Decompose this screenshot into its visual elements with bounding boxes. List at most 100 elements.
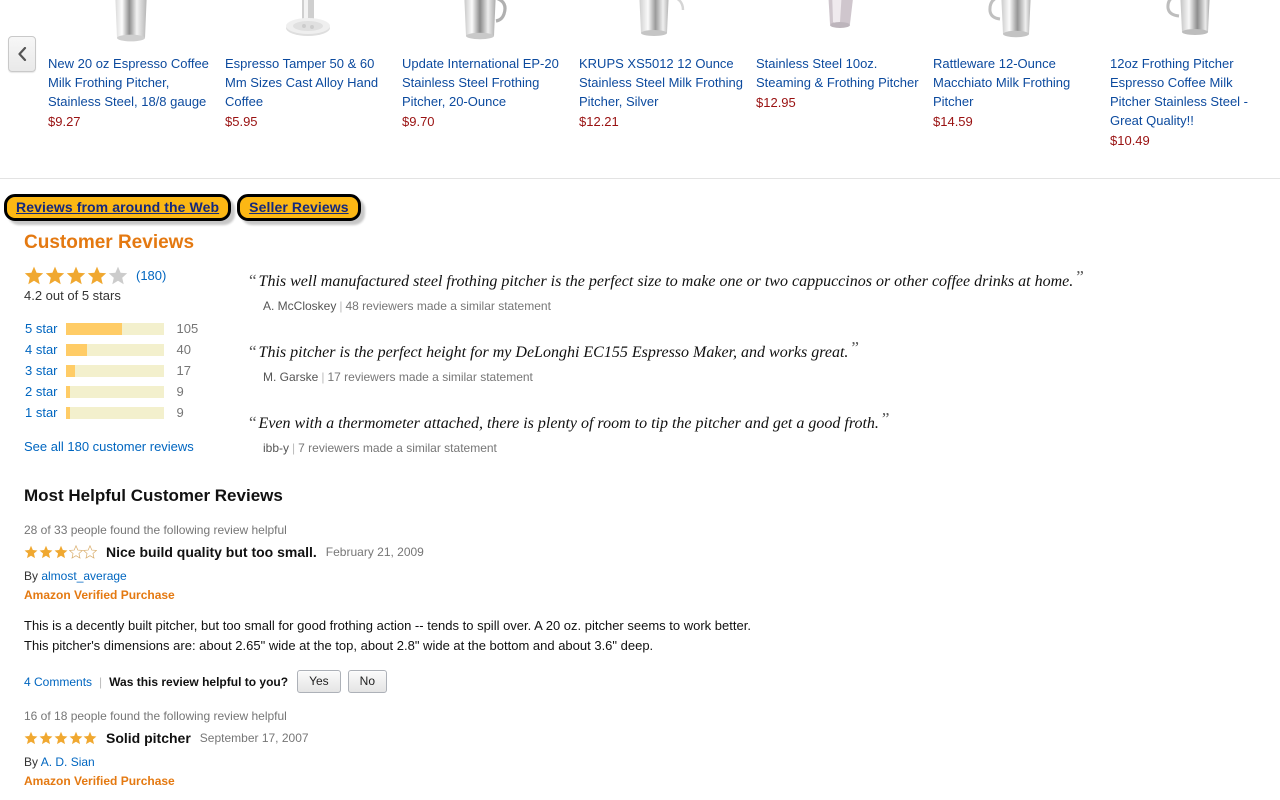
rating-stars-icon[interactable] (24, 266, 130, 285)
review-author-link[interactable]: A. D. Sian (41, 755, 95, 769)
milk-frothing-pitcher-image[interactable] (48, 0, 213, 44)
histogram-bar-cell[interactable] (64, 402, 165, 423)
product-price: $5.95 (225, 114, 258, 129)
see-all-reviews-link[interactable]: See all 180 customer reviews (24, 439, 224, 454)
histogram-bar-cell[interactable] (64, 360, 165, 381)
product-card[interactable]: KRUPS XS5012 12 Ounce Stainless Steel Mi… (579, 0, 744, 150)
product-card[interactable]: Update International EP-20 Stainless Ste… (402, 0, 567, 150)
average-rating-row: (180) (24, 265, 224, 285)
review-item: 28 of 33 people found the following revi… (24, 523, 751, 693)
histogram-row[interactable]: 2 star 9 (24, 381, 199, 402)
review-helpful-yes-button[interactable]: Yes (297, 670, 341, 693)
product-card[interactable]: Stainless Steel 10oz. Steaming & Frothin… (756, 0, 921, 150)
quote-close-icon: ” (1076, 267, 1084, 286)
review-comments-link[interactable]: 4 Comments (24, 675, 92, 689)
histogram-fill (65, 364, 76, 377)
quote-similar-count: 17 reviewers made a similar statement (327, 370, 533, 384)
quote-close-icon: ” (881, 409, 890, 428)
histogram-fill (65, 385, 71, 398)
product-title[interactable]: 12oz Frothing Pitcher Espresso Coffee Mi… (1110, 54, 1275, 130)
review-helpful-no-button[interactable]: No (347, 670, 387, 693)
histogram-fill (65, 343, 88, 356)
section-divider (0, 178, 1280, 179)
seller-reviews-link[interactable]: Seller Reviews (237, 194, 361, 221)
rattleware-pitcher-image[interactable] (933, 0, 1098, 44)
quote-text: Even with a thermometer attached, there … (258, 415, 879, 432)
carousel-prev-button[interactable] (8, 36, 36, 72)
histogram-bar-cell[interactable] (64, 381, 165, 402)
review-quotes-column: “This well manufactured steel frothing p… (249, 265, 1280, 455)
review-quote: “This well manufactured steel frothing p… (249, 267, 1280, 313)
chevron-left-icon (17, 47, 27, 61)
review-date: September 17, 2007 (199, 731, 309, 745)
product-title[interactable]: Rattleware 12-Ounce Macchiato Milk Froth… (933, 54, 1098, 111)
frothing-pitcher-image[interactable] (402, 0, 567, 44)
histogram-track (64, 342, 165, 357)
chip-label: Reviews from around the Web (16, 199, 220, 215)
rating-summary-column: (180) 4.2 out of 5 stars 5 star 105 4 st… (24, 265, 224, 455)
histogram-bar-cell[interactable] (64, 318, 165, 339)
average-rating-text: 4.2 out of 5 stars (24, 288, 121, 303)
histogram-count: 9 (176, 405, 184, 420)
histogram-count: 17 (176, 363, 191, 378)
product-title[interactable]: Update International EP-20 Stainless Ste… (402, 54, 567, 111)
product-title[interactable]: New 20 oz Espresso Coffee Milk Frothing … (48, 54, 213, 111)
product-title[interactable]: Espresso Tamper 50 & 60 Mm Sizes Cast Al… (225, 54, 390, 111)
histogram-track (64, 363, 165, 378)
verified-purchase-badge: Amazon Verified Purchase (24, 588, 175, 602)
espresso-tamper-image[interactable] (225, 0, 390, 44)
quote-open-icon: “ (249, 413, 257, 432)
histogram-label[interactable]: 1 star (24, 402, 65, 423)
krups-pitcher-image[interactable] (579, 0, 744, 44)
histogram-label[interactable]: 5 star (24, 318, 65, 339)
quote-author: M. Garske (263, 370, 319, 384)
histogram-label[interactable]: 3 star (24, 360, 65, 381)
histogram-label[interactable]: 4 star (24, 339, 65, 360)
quote-open-icon: “ (249, 271, 257, 290)
histogram-bar-cell[interactable] (64, 339, 165, 360)
product-card[interactable]: Rattleware 12-Ounce Macchiato Milk Froth… (933, 0, 1098, 150)
histogram-row[interactable]: 4 star 40 (24, 339, 199, 360)
product-title[interactable]: KRUPS XS5012 12 Ounce Stainless Steel Mi… (579, 54, 744, 111)
product-card[interactable]: New 20 oz Espresso Coffee Milk Frothing … (48, 0, 213, 150)
review-title: Solid pitcher (106, 730, 191, 746)
review-headline: Solid pitcher September 17, 2007 (24, 728, 309, 748)
review-body-line: This pitcher's dimensions are: about 2.6… (24, 638, 654, 653)
quote-text: This pitcher is the perfect height for m… (258, 344, 849, 361)
steaming-pitcher-image[interactable] (756, 0, 921, 44)
histogram-count: 40 (176, 342, 191, 357)
review-author-link[interactable]: almost_average (41, 569, 126, 583)
review-date: February 21, 2009 (325, 545, 424, 559)
review-footer: 4 Comments | Was this review helpful to … (24, 670, 751, 693)
review-count-link[interactable]: (180) (136, 268, 166, 283)
review-quote: “Even with a thermometer attached, there… (249, 409, 1280, 455)
frothing-pitcher-12oz-image[interactable] (1110, 0, 1275, 44)
by-prefix: By (24, 755, 41, 769)
highlighted-links-row: Reviews from around the Web Seller Revie… (4, 194, 361, 221)
product-card[interactable]: 12oz Frothing Pitcher Espresso Coffee Mi… (1110, 0, 1275, 150)
review-item: 16 of 18 people found the following revi… (24, 709, 309, 788)
review-helpful-question: Was this review helpful to you? (109, 674, 289, 689)
histogram-row[interactable]: 1 star 9 (24, 402, 199, 423)
review-rating-stars-icon[interactable] (24, 545, 97, 559)
quote-author: ibb-y (263, 441, 290, 455)
review-helpful-count: 28 of 33 people found the following revi… (24, 523, 287, 537)
reviews-summary-section: (180) 4.2 out of 5 stars 5 star 105 4 st… (0, 265, 1280, 455)
quote-close-icon: ” (851, 338, 859, 357)
review-rating-stars-icon[interactable] (24, 731, 97, 745)
carousel-track: New 20 oz Espresso Coffee Milk Frothing … (48, 0, 1280, 150)
verified-purchase-badge: Amazon Verified Purchase (24, 774, 175, 788)
histogram-row[interactable]: 5 star 105 (24, 318, 199, 339)
quote-text: This well manufactured steel frothing pi… (258, 273, 1074, 290)
reviews-from-around-the-web-link[interactable]: Reviews from around the Web (4, 194, 232, 221)
rating-histogram: 5 star 105 4 star 40 3 star 17 2 star 9 … (24, 318, 199, 423)
product-card[interactable]: Espresso Tamper 50 & 60 Mm Sizes Cast Al… (225, 0, 390, 150)
product-price: $9.70 (402, 114, 435, 129)
product-price: $14.59 (933, 114, 973, 129)
histogram-label[interactable]: 2 star (24, 381, 65, 402)
product-title[interactable]: Stainless Steel 10oz. Steaming & Frothin… (756, 54, 921, 92)
histogram-count: 9 (176, 384, 184, 399)
quote-open-icon: “ (249, 342, 257, 361)
product-price: $12.21 (579, 114, 619, 129)
histogram-row[interactable]: 3 star 17 (24, 360, 199, 381)
